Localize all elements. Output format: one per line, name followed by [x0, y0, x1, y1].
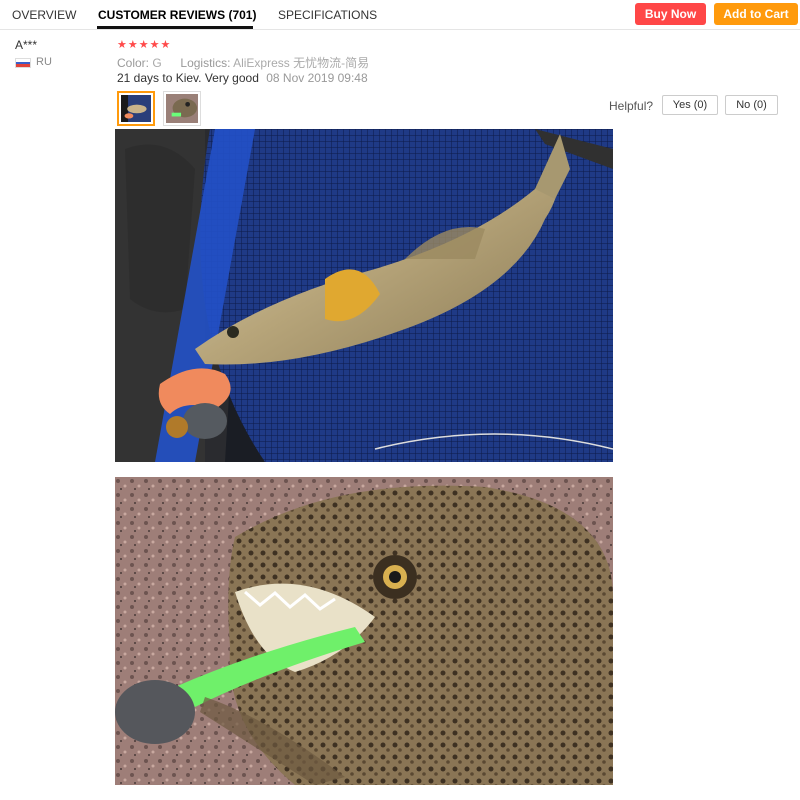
review-attributes: Color: G Logistics: AliExpress 无忧物流-简易 — [117, 54, 369, 71]
review-photo-2[interactable] — [115, 477, 613, 785]
review-thumbnail-1[interactable] — [117, 91, 155, 126]
logistics-label: Logistics: — [180, 56, 231, 70]
helpful-no-button[interactable]: No (0) — [725, 95, 778, 115]
review-date: 08 Nov 2019 09:48 — [266, 71, 368, 85]
reviewer-country: RU — [36, 56, 52, 68]
tab-overview[interactable]: OVERVIEW — [12, 8, 76, 22]
star-rating: ★★★★★ — [117, 39, 172, 51]
product-tab-bar: OVERVIEW CUSTOMER REVIEWS (701) SPECIFIC… — [0, 0, 800, 30]
review-photo-1[interactable] — [115, 129, 613, 462]
helpful-yes-button[interactable]: Yes (0) — [662, 95, 718, 115]
add-to-cart-button[interactable]: Add to Cart — [714, 3, 798, 25]
buy-now-button[interactable]: Buy Now — [635, 3, 706, 25]
color-value: G — [152, 56, 162, 70]
active-tab-indicator — [97, 26, 253, 29]
helpful-label: Helpful? — [609, 99, 654, 113]
reviewer-name: A*** — [15, 38, 38, 52]
review-text: 21 days to Kiev. Very good — [117, 71, 259, 85]
review-text-line: 21 days to Kiev. Very good 08 Nov 2019 0… — [117, 71, 368, 85]
review-thumbnail-2[interactable] — [163, 91, 201, 126]
color-label: Color: — [117, 56, 150, 70]
tab-specifications[interactable]: SPECIFICATIONS — [278, 8, 377, 22]
tab-customer-reviews[interactable]: CUSTOMER REVIEWS (701) — [98, 8, 256, 22]
logistics-value: AliExpress 无忧物流-简易 — [233, 56, 370, 70]
russia-flag-icon — [15, 58, 31, 68]
